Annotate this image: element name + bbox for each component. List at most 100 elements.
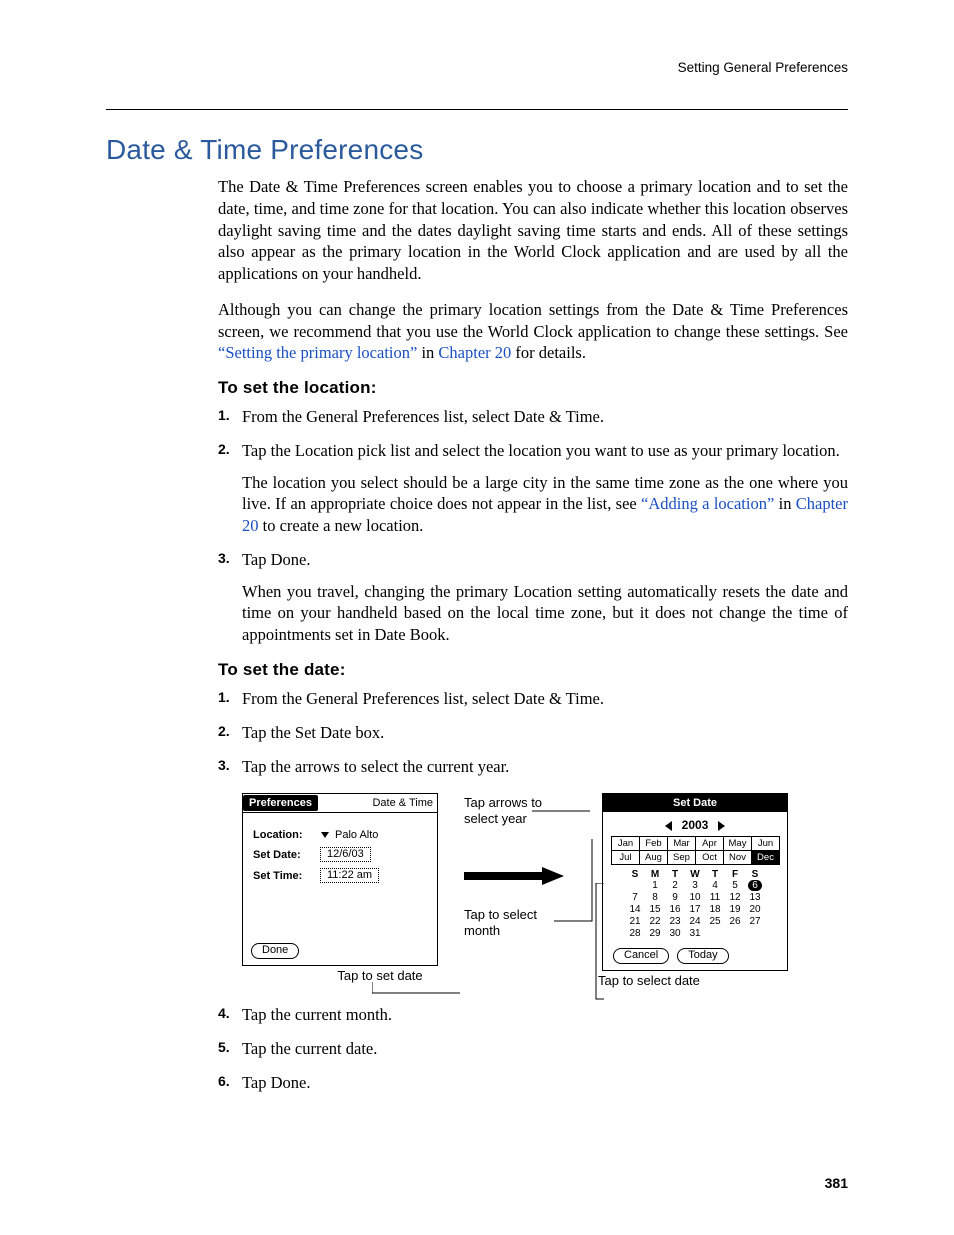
done-button[interactable]: Done — [251, 943, 299, 959]
calendar-day[interactable]: 23 — [665, 916, 685, 928]
calendar-day[interactable]: 28 — [625, 928, 645, 940]
intro-para-1: The Date & Time Preferences screen enabl… — [218, 176, 848, 285]
calendar-day-selected[interactable]: 6 — [748, 880, 762, 891]
link-chapter-20-a[interactable]: Chapter 20 — [438, 343, 511, 362]
month-cell-aug[interactable]: Aug — [640, 851, 668, 865]
preferences-panel: Preferences Date & Time Location: Palo A… — [242, 793, 438, 966]
preferences-category[interactable]: Date & Time — [372, 797, 437, 809]
calendar-grid: SMTWTFS 12345678910111213141516171819202… — [625, 869, 765, 940]
month-cell-oct[interactable]: Oct — [696, 851, 724, 865]
month-cell-jan[interactable]: Jan — [612, 837, 640, 851]
body-column: The Date & Time Preferences screen enabl… — [218, 176, 848, 1094]
weekday-header: M — [645, 869, 665, 880]
set-date-titlebar: Set Date — [603, 794, 787, 812]
month-row-2: JulAugSepOctNovDec — [612, 851, 780, 865]
calendar-day[interactable]: 3 — [685, 880, 705, 892]
calendar-day[interactable]: 5 — [725, 880, 745, 892]
calendar-row: 14151617181920 — [625, 904, 765, 916]
calendar-row: 21222324252627 — [625, 916, 765, 928]
calendar-day[interactable]: 17 — [685, 904, 705, 916]
set-date-footer: Cancel Today — [611, 948, 779, 964]
set-time-box[interactable]: 11:22 am — [320, 868, 379, 883]
caption-tap-to-select-date: Tap to select date — [598, 973, 700, 988]
date-step-6-text: Tap Done. — [242, 1073, 311, 1092]
calendar-day[interactable]: 2 — [665, 880, 685, 892]
month-cell-apr[interactable]: Apr — [696, 837, 724, 851]
page-number: 381 — [825, 1175, 848, 1191]
row-set-date: Set Date: 12/6/03 — [253, 847, 427, 862]
label-set-date: Set Date: — [253, 849, 315, 861]
calendar-day[interactable]: 18 — [705, 904, 725, 916]
calendar-day[interactable]: 31 — [685, 928, 705, 940]
loc-step-2-cont-post: to create a new location. — [259, 516, 424, 535]
steps-set-date: From the General Preferences list, selec… — [218, 688, 848, 777]
figure-preferences-wrap: Preferences Date & Time Location: Palo A… — [242, 793, 438, 983]
calendar-day[interactable]: 15 — [645, 904, 665, 916]
calendar-empty — [705, 928, 725, 940]
calendar-header-row: SMTWTFS — [625, 869, 765, 880]
calendar-day[interactable]: 25 — [705, 916, 725, 928]
month-cell-jun[interactable]: Jun — [752, 837, 780, 851]
month-cell-mar[interactable]: Mar — [668, 837, 696, 851]
callout-line-setdate — [372, 981, 462, 1001]
month-cell-sep[interactable]: Sep — [668, 851, 696, 865]
calendar-day[interactable]: 11 — [705, 892, 725, 904]
month-cell-jul[interactable]: Jul — [612, 851, 640, 865]
date-step-3-text: Tap the arrows to select the current yea… — [242, 757, 509, 776]
date-step-4-text: Tap the current month. — [242, 1005, 392, 1024]
set-date-panel: Set Date 2003 JanFebMarAprMayJun JulAugS… — [602, 793, 788, 971]
calendar-day[interactable]: 24 — [685, 916, 705, 928]
calendar-day[interactable]: 27 — [745, 916, 765, 928]
link-setting-primary-location[interactable]: “Setting the primary location” — [218, 343, 417, 362]
calendar-day[interactable]: 7 — [625, 892, 645, 904]
month-cell-dec[interactable]: Dec — [752, 851, 780, 865]
month-cell-feb[interactable]: Feb — [640, 837, 668, 851]
calendar-day[interactable]: 21 — [625, 916, 645, 928]
calendar-day[interactable]: 8 — [645, 892, 665, 904]
date-step-6: Tap Done. — [218, 1072, 848, 1094]
month-cell-nov[interactable]: Nov — [724, 851, 752, 865]
calendar-day[interactable]: 9 — [665, 892, 685, 904]
section-title: Date & Time Preferences — [106, 134, 848, 166]
calendar-body: 1234567891011121314151617181920212223242… — [625, 880, 765, 940]
date-step-1-text: From the General Preferences list, selec… — [242, 689, 604, 708]
calendar-day[interactable]: 22 — [645, 916, 665, 928]
cancel-button[interactable]: Cancel — [613, 948, 669, 964]
year-prev-icon[interactable] — [665, 821, 672, 831]
year-next-icon[interactable] — [718, 821, 725, 831]
subhead-set-date: To set the date: — [218, 660, 848, 680]
page: Setting General Preferences Date & Time … — [0, 0, 954, 1235]
callout-line-select-date — [594, 883, 606, 1001]
calendar-day[interactable]: 16 — [665, 904, 685, 916]
intro-para-2: Although you can change the primary loca… — [218, 299, 848, 364]
calendar-day[interactable]: 10 — [685, 892, 705, 904]
figure-row: Preferences Date & Time Location: Palo A… — [242, 793, 848, 988]
date-step-5: Tap the current date. — [218, 1038, 848, 1060]
calendar-day[interactable]: 12 — [725, 892, 745, 904]
calendar-day[interactable]: 14 — [625, 904, 645, 916]
loc-step-3: Tap Done. When you travel, changing the … — [218, 549, 848, 646]
calendar-day[interactable]: 20 — [745, 904, 765, 916]
calendar-day[interactable]: 4 — [705, 880, 725, 892]
today-button[interactable]: Today — [677, 948, 728, 964]
label-location: Location: — [253, 829, 315, 841]
row-location: Location: Palo Alto — [253, 829, 427, 841]
calendar-day[interactable]: 19 — [725, 904, 745, 916]
set-date-box[interactable]: 12/6/03 — [320, 847, 371, 862]
value-location[interactable]: Palo Alto — [335, 829, 378, 841]
calendar-day[interactable]: 1 — [645, 880, 665, 892]
calendar-day[interactable]: 6 — [745, 880, 765, 892]
preferences-body: Location: Palo Alto Set Date: 12/6/03 Se… — [243, 813, 437, 965]
calendar-day[interactable]: 29 — [645, 928, 665, 940]
chevron-down-icon[interactable] — [321, 832, 329, 838]
para2-mid: in — [417, 343, 438, 362]
month-cell-may[interactable]: May — [724, 837, 752, 851]
month-row-1: JanFebMarAprMayJun — [612, 837, 780, 851]
calendar-empty — [725, 928, 745, 940]
calendar-day[interactable]: 26 — [725, 916, 745, 928]
calendar-day[interactable]: 13 — [745, 892, 765, 904]
para2-post: for details. — [511, 343, 586, 362]
calendar-day[interactable]: 30 — [665, 928, 685, 940]
link-adding-a-location[interactable]: “Adding a location” — [641, 494, 774, 513]
set-date-title: Set Date — [673, 797, 717, 809]
